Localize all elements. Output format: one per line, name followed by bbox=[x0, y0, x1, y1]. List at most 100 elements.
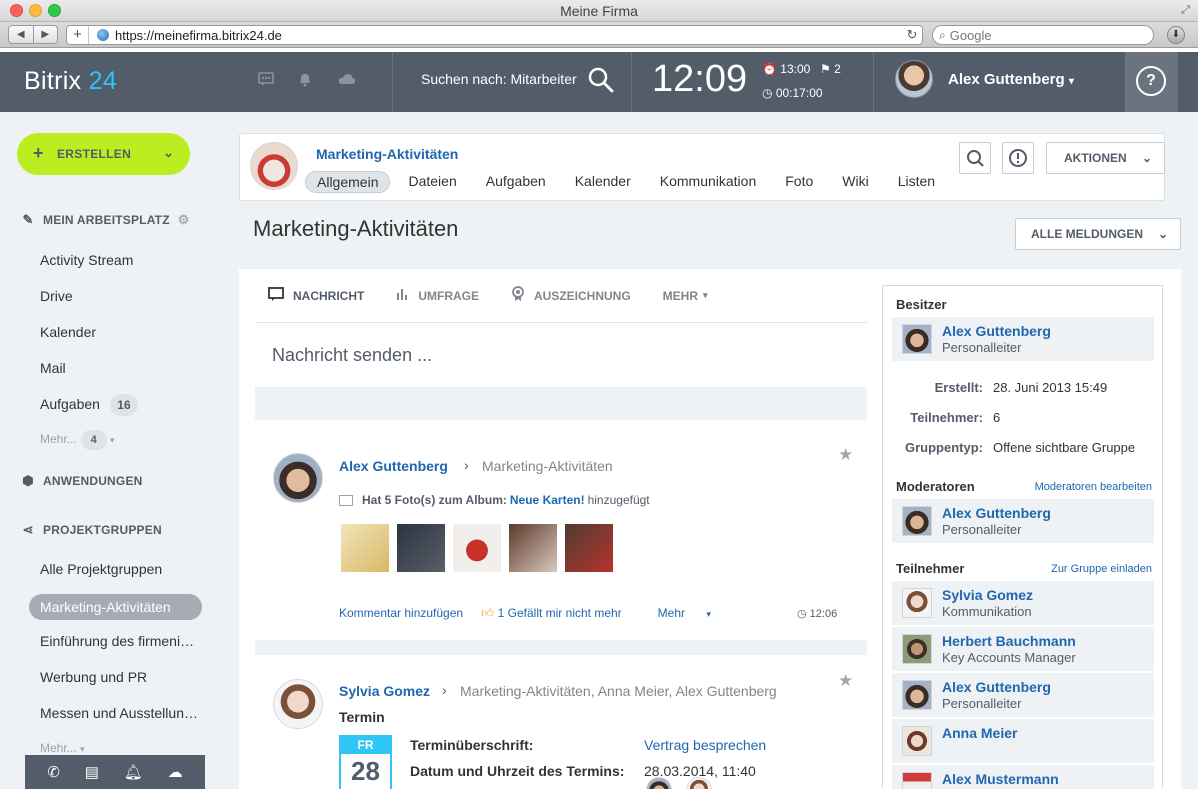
cloud-icon[interactable]: ☁ bbox=[168, 763, 183, 781]
photo-thumbnail[interactable] bbox=[509, 524, 557, 572]
group-search-button[interactable] bbox=[959, 142, 991, 174]
forward-arrow-icon[interactable]: ▶ bbox=[32, 26, 58, 43]
reload-icon[interactable]: ↻ bbox=[902, 27, 922, 43]
address-bar[interactable]: + https://meinefirma.bitrix24.de ↻ bbox=[66, 25, 923, 45]
participant-card[interactable]: Alex Guttenberg Personalleiter bbox=[892, 673, 1154, 717]
bell-icon[interactable] bbox=[298, 72, 312, 91]
url-text[interactable]: https://meinefirma.bitrix24.de bbox=[115, 28, 902, 43]
help-button[interactable]: ? bbox=[1125, 52, 1178, 112]
tab-communication[interactable]: Kommunikation bbox=[649, 171, 768, 193]
group-title[interactable]: Marketing-Aktivitäten bbox=[316, 146, 458, 162]
downloads-icon[interactable]: ⬇ bbox=[1167, 26, 1185, 44]
avatar[interactable] bbox=[902, 588, 932, 618]
gear-icon[interactable]: ⚙ bbox=[178, 212, 190, 228]
section-workspace[interactable]: ✎ MEIN ARBEITSPLATZ ⚙ bbox=[20, 212, 190, 228]
share-icon: ⋖ bbox=[22, 522, 34, 537]
sidebar-item-marketing-active[interactable]: Marketing-Aktivitäten bbox=[29, 594, 202, 620]
sidebar-more[interactable]: Mehr... 4 ▾ bbox=[40, 430, 115, 450]
user-avatar[interactable] bbox=[895, 60, 933, 98]
sidebar-item-introduction[interactable]: Einführung des firmeni… bbox=[40, 633, 194, 649]
avatar[interactable] bbox=[273, 453, 323, 503]
post-author[interactable]: Sylvia Gomez bbox=[339, 683, 430, 699]
phone-icon[interactable]: ✆ bbox=[47, 763, 60, 781]
owner-card[interactable]: Alex Guttenberg Personalleiter bbox=[892, 317, 1154, 361]
tab-calendar[interactable]: Kalender bbox=[564, 171, 642, 193]
employee-search-input[interactable]: Suchen nach: Mitarbeiter bbox=[421, 71, 577, 87]
message-input[interactable]: Nachricht senden ... bbox=[272, 345, 432, 366]
invite-to-group-link[interactable]: Zur Gruppe einladen bbox=[1051, 563, 1152, 575]
sidebar-groups-more[interactable]: Mehr... ▾ bbox=[40, 741, 85, 755]
sidebar-item-mail[interactable]: Mail bbox=[40, 360, 66, 376]
photo-thumbnail[interactable] bbox=[453, 524, 501, 572]
participant-card[interactable]: Sylvia Gomez Kommunikation bbox=[892, 581, 1154, 625]
star-icon[interactable]: ★ bbox=[838, 671, 853, 691]
tab-wiki[interactable]: Wiki bbox=[831, 171, 879, 193]
post-text: Hat 5 Foto(s) zum Album: Neue Karten! hi… bbox=[339, 493, 650, 507]
participant-card[interactable]: Herbert Bauchmann Key Accounts Manager bbox=[892, 627, 1154, 671]
create-button[interactable]: + ERSTELLEN ⌄ bbox=[17, 133, 190, 175]
sidebar-item-all-groups[interactable]: Alle Projektgruppen bbox=[40, 561, 162, 577]
photo-thumbnail[interactable] bbox=[565, 524, 613, 572]
tab-appreciation[interactable]: AUSZEICHNUNG bbox=[511, 286, 631, 305]
avatar[interactable] bbox=[902, 634, 932, 664]
tab-more[interactable]: MEHR ▾ bbox=[663, 286, 708, 305]
bell-icon[interactable]: 🔔︎ bbox=[124, 763, 143, 781]
tab-poll[interactable]: UMFRAGE bbox=[396, 286, 479, 305]
sidebar-item-drive[interactable]: Drive bbox=[40, 288, 73, 304]
group-logo[interactable] bbox=[250, 142, 298, 190]
browser-search-input[interactable]: ⌕ Google bbox=[932, 25, 1154, 45]
section-project-groups[interactable]: ⋖ PROJEKTGRUPPEN bbox=[20, 522, 162, 538]
post-author[interactable]: Alex Guttenberg bbox=[339, 458, 448, 474]
new-tab-plus-icon[interactable]: + bbox=[67, 26, 89, 44]
photo-thumbnail[interactable] bbox=[397, 524, 445, 572]
tab-photo[interactable]: Foto bbox=[774, 171, 824, 193]
sidebar-item-fairs[interactable]: Messen und Ausstellun… bbox=[40, 705, 198, 721]
search-icon[interactable] bbox=[587, 66, 615, 94]
flag-counter[interactable]: ⚑ 2 bbox=[820, 62, 841, 76]
tab-general[interactable]: Allgemein bbox=[305, 171, 391, 193]
avatar[interactable] bbox=[902, 506, 932, 536]
plus-icon: + bbox=[33, 143, 44, 163]
like-link[interactable]: 👍︎ 1 Gefällt mir nicht mehr bbox=[481, 606, 640, 621]
tab-tasks[interactable]: Aufgaben bbox=[475, 171, 557, 193]
sidebar-item-calendar[interactable]: Kalender bbox=[40, 324, 96, 340]
avatar[interactable] bbox=[902, 726, 932, 756]
avatar[interactable] bbox=[273, 679, 323, 729]
logo[interactable]: Bitrix 24 bbox=[24, 67, 117, 96]
tab-message[interactable]: NACHRICHT bbox=[268, 286, 364, 305]
avatar[interactable] bbox=[902, 772, 932, 789]
back-arrow-icon[interactable]: ◀ bbox=[9, 26, 33, 43]
all-messages-button[interactable]: ALLE MELDUNGEN ⌄ bbox=[1015, 218, 1181, 250]
sidebar-item-activity-stream[interactable]: Activity Stream bbox=[40, 252, 133, 268]
avatar[interactable] bbox=[902, 680, 932, 710]
event-subject-value[interactable]: Vertrag besprechen bbox=[644, 737, 766, 753]
cloud-icon[interactable] bbox=[338, 72, 356, 90]
post-destination[interactable]: Marketing-Aktivitäten, Anna Meier, Alex … bbox=[460, 683, 777, 699]
post-destination[interactable]: Marketing-Aktivitäten bbox=[482, 458, 613, 474]
section-applications[interactable]: ⬢ ANWENDUNGEN bbox=[20, 473, 143, 489]
group-warning-button[interactable] bbox=[1002, 142, 1034, 174]
work-timer[interactable]: ◷ 00:17:00 bbox=[762, 86, 823, 100]
photo-thumbnail[interactable] bbox=[341, 524, 389, 572]
participant-card[interactable]: Alex Mustermann bbox=[892, 765, 1154, 789]
alarm-reminder[interactable]: ⏰ 13:00 bbox=[762, 62, 810, 76]
sidebar-item-advertising[interactable]: Werbung und PR bbox=[40, 669, 147, 685]
edit-moderators-link[interactable]: Moderatoren bearbeiten bbox=[1035, 481, 1152, 493]
magnifier-icon: ⌕ bbox=[939, 27, 946, 42]
add-comment-link[interactable]: Kommentar hinzufügen bbox=[339, 606, 463, 621]
user-menu[interactable]: Alex Guttenberg ▾ bbox=[948, 71, 1074, 88]
moderator-card[interactable]: Alex Guttenberg Personalleiter bbox=[892, 499, 1154, 543]
star-icon[interactable]: ★ bbox=[838, 445, 853, 465]
chat-icon[interactable] bbox=[258, 72, 274, 91]
sidebar-item-tasks[interactable]: Aufgaben 16 bbox=[40, 394, 138, 416]
clock[interactable]: 12:09 bbox=[652, 58, 747, 101]
fullscreen-icon[interactable]: ⤢ bbox=[1181, 4, 1190, 17]
avatar[interactable] bbox=[902, 324, 932, 354]
album-link[interactable]: Neue Karten! bbox=[510, 493, 585, 507]
tab-files[interactable]: Dateien bbox=[397, 171, 467, 193]
post-more-link[interactable]: Mehr ▾ bbox=[658, 606, 729, 621]
tab-lists[interactable]: Listen bbox=[887, 171, 946, 193]
participant-card[interactable]: Anna Meier bbox=[892, 719, 1154, 763]
chat-icon[interactable]: ▤ bbox=[85, 763, 99, 781]
actions-button[interactable]: AKTIONEN ⌄ bbox=[1046, 142, 1165, 174]
